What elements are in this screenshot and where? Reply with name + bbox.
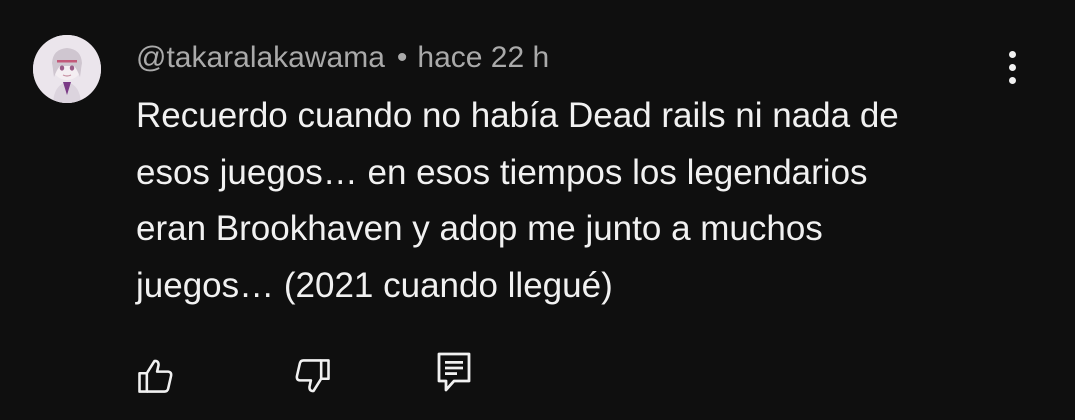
comment-actions — [0, 340, 1075, 410]
thumb-down-icon — [295, 359, 330, 393]
author-handle[interactable]: @takaralakawama — [136, 41, 385, 74]
comment-text-line: juegos… (2021 cuando llegué) — [136, 265, 613, 305]
comment-text-line: esos juegos… en esos tiempos los legenda… — [136, 152, 868, 192]
comment-icon — [437, 352, 471, 392]
dislike-button[interactable] — [288, 352, 336, 400]
comment-header: @takaralakawama • hace 22 h — [136, 38, 549, 78]
comment-text-line: Recuerdo cuando no había Dead rails ni n… — [136, 96, 899, 135]
more-vertical-icon-dot — [1008, 50, 1016, 58]
comment-card: @takaralakawama • hace 22 h Recuerdo cuand… — [0, 0, 1075, 420]
more-actions-button[interactable] — [990, 45, 1034, 89]
avatar[interactable] — [33, 35, 101, 103]
more-vertical-icon-dot — [1008, 63, 1016, 71]
header-separator: • — [396, 41, 408, 74]
like-button[interactable] — [132, 352, 180, 400]
reply-button[interactable] — [430, 348, 478, 396]
more-vertical-icon-dot — [1008, 76, 1016, 84]
comment-time[interactable]: hace 22 h — [417, 41, 549, 74]
thumb-up-icon — [138, 359, 173, 393]
avatar-image — [33, 35, 101, 103]
comment-text: Recuerdo cuando no había Dead rails ni n… — [136, 88, 1016, 314]
comment-text-line: eran Brookhaven y adop me junto a muchos — [136, 209, 823, 248]
